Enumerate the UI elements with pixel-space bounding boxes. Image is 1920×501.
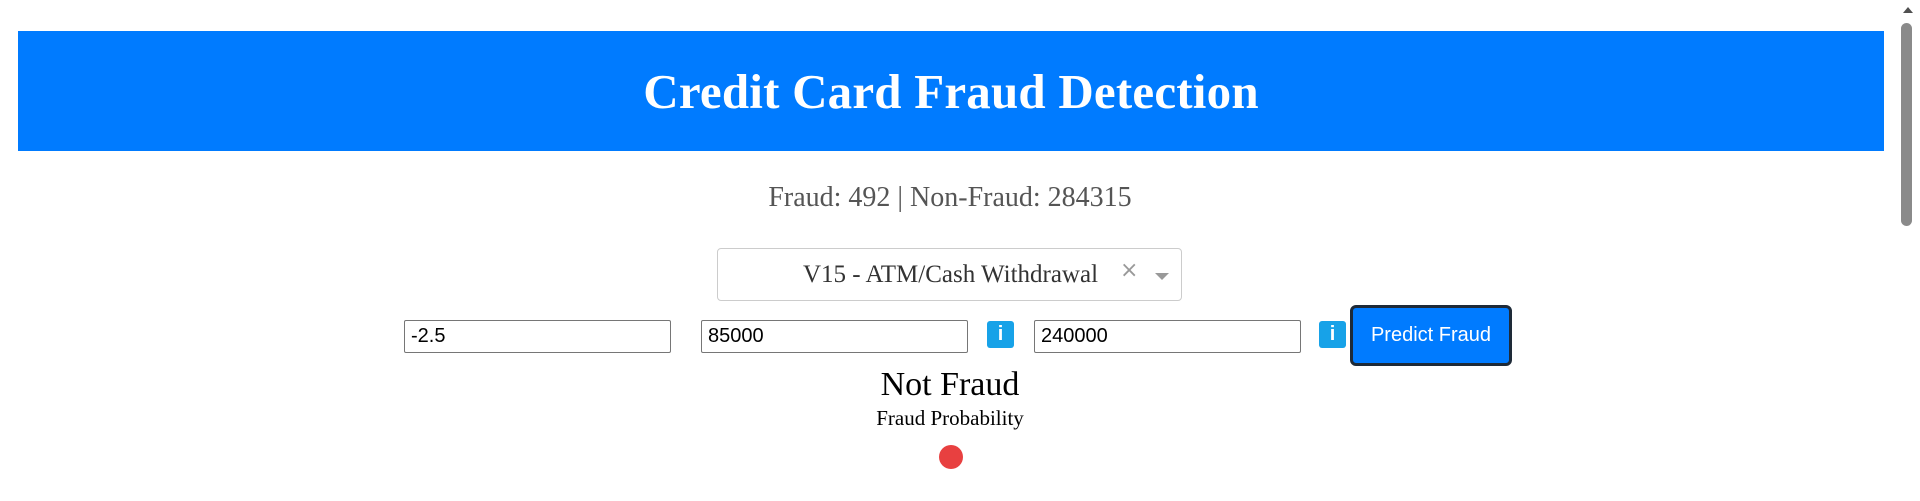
clear-icon[interactable]: × <box>1120 258 1138 283</box>
probability-indicator-dot <box>939 445 963 469</box>
header-banner: Credit Card Fraud Detection <box>18 31 1884 151</box>
feature-select[interactable]: V15 - ATM/Cash Withdrawal × <box>717 248 1182 301</box>
page: Credit Card Fraud Detection Fraud: 492 |… <box>0 0 1920 501</box>
page-title: Credit Card Fraud Detection <box>643 63 1259 119</box>
feature-select-value: V15 - ATM/Cash Withdrawal <box>803 261 1099 288</box>
chevron-down-icon[interactable] <box>1155 273 1169 280</box>
info-icon[interactable]: i <box>1319 321 1346 348</box>
scrollbar-thumb[interactable] <box>1901 23 1912 226</box>
third-input[interactable] <box>1034 320 1301 353</box>
class-counts: Fraud: 492 | Non-Fraud: 284315 <box>768 182 1132 213</box>
info-icon[interactable]: i <box>987 321 1014 348</box>
vertical-scrollbar[interactable] <box>1896 0 1920 501</box>
amount-input[interactable] <box>701 320 968 353</box>
fraud-probability-label: Fraud Probability <box>876 406 1024 430</box>
predict-fraud-button[interactable]: Predict Fraud <box>1350 305 1512 366</box>
prediction-result: Not Fraud <box>880 366 1020 403</box>
scroll-up-arrow-icon[interactable] <box>1903 7 1913 13</box>
feature-value-input[interactable] <box>404 320 671 353</box>
